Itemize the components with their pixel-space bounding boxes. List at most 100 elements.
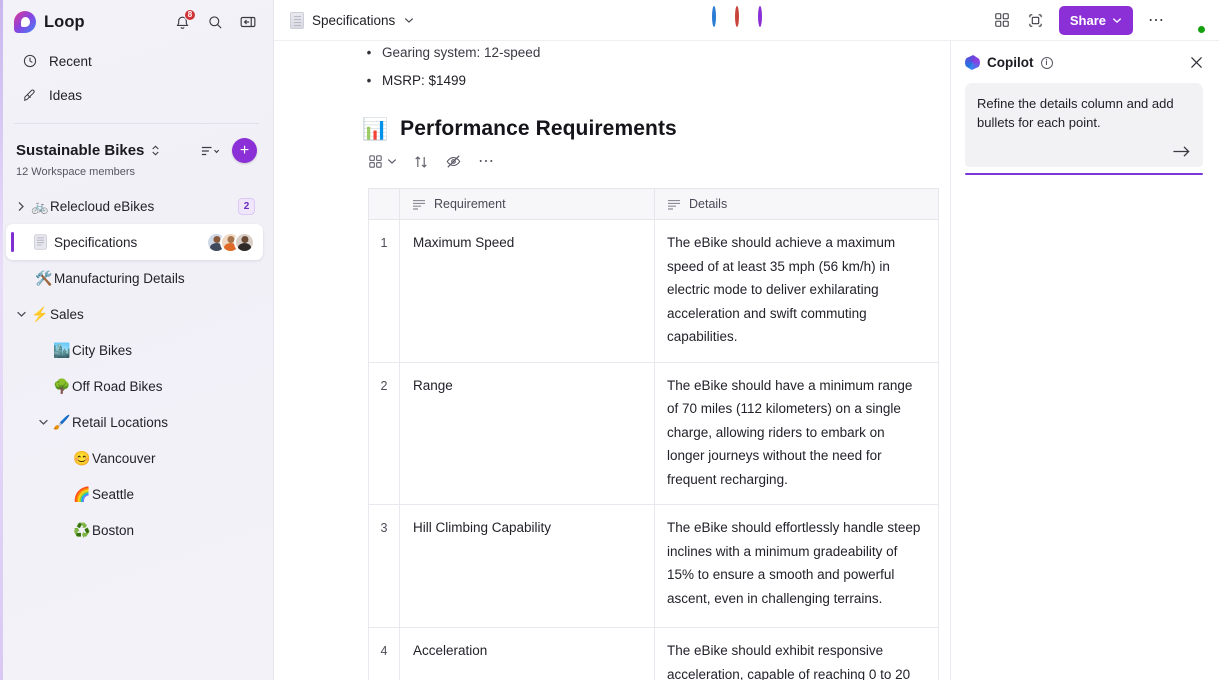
sidebar-item-label: Manufacturing Details bbox=[54, 270, 185, 286]
grid-view-icon[interactable] bbox=[368, 154, 397, 169]
bicycle-icon: 🚲 bbox=[31, 198, 49, 214]
workspace-actions: + bbox=[201, 138, 257, 163]
chevron-down-icon bbox=[1112, 17, 1122, 24]
apps-grid-icon[interactable] bbox=[991, 9, 1013, 31]
sidebar-item-label: Specifications bbox=[54, 234, 138, 250]
list-item-text: MSRP: $1499 bbox=[382, 73, 467, 88]
sidebar-item-seattle[interactable]: 🌈 Seattle bbox=[6, 476, 263, 512]
cell-requirement[interactable]: Acceleration bbox=[399, 627, 655, 680]
sidebar-item-vancouver[interactable]: 😊 Vancouver bbox=[6, 440, 263, 476]
table-header-requirement[interactable]: Requirement bbox=[399, 188, 655, 220]
sidebar-item-label: Vancouver bbox=[92, 450, 156, 466]
sidebar-item-relecloud-ebikes[interactable]: 🚲 Relecloud eBikes 2 bbox=[6, 188, 263, 224]
tools-icon: 🛠️ bbox=[35, 270, 53, 286]
smiley-icon: 😊 bbox=[73, 450, 91, 466]
close-icon[interactable] bbox=[1190, 56, 1203, 69]
add-page-button[interactable]: + bbox=[232, 138, 257, 163]
chevron-down-icon[interactable] bbox=[12, 310, 30, 318]
more-options-icon[interactable]: ⋯ bbox=[478, 153, 494, 170]
eye-off-icon[interactable] bbox=[445, 153, 462, 170]
cell-requirement[interactable]: Maximum Speed bbox=[399, 219, 655, 363]
table-header-details[interactable]: Details bbox=[654, 188, 939, 220]
sidebar-item-manufacturing-details[interactable]: 🛠️ Manufacturing Details bbox=[6, 260, 263, 296]
avatar[interactable] bbox=[1179, 7, 1206, 34]
sidebar-item-ideas[interactable]: Ideas bbox=[14, 78, 259, 112]
notifications-icon[interactable]: 8 bbox=[171, 9, 196, 33]
sidebar-item-label: Off Road Bikes bbox=[72, 378, 163, 394]
copilot-header: Copilot i bbox=[965, 55, 1203, 70]
recycle-icon: ♻️ bbox=[73, 522, 91, 538]
quill-pen-icon bbox=[22, 87, 38, 103]
cell-details[interactable]: The eBike should achieve a maximum speed… bbox=[654, 219, 939, 363]
copilot-send-button[interactable] bbox=[977, 144, 1191, 159]
table-row[interactable]: 3 Hill Climbing Capability The eBike sho… bbox=[368, 504, 939, 628]
sort-lines-icon[interactable] bbox=[201, 144, 222, 158]
collapse-panel-icon[interactable] bbox=[237, 11, 259, 33]
more-options-icon[interactable]: ⋯ bbox=[1145, 9, 1167, 31]
brand-name: Loop bbox=[44, 12, 85, 31]
cell-details[interactable]: The eBike should effortlessly handle ste… bbox=[654, 504, 939, 628]
sidebar-item-recent[interactable]: Recent bbox=[14, 44, 259, 78]
table-row[interactable]: 2 Range The eBike should have a minimum … bbox=[368, 361, 939, 505]
sidebar-item-off-road-bikes[interactable]: 🌳 Off Road Bikes bbox=[6, 368, 263, 404]
sidebar-header: Loop 8 bbox=[0, 0, 273, 40]
cell-details[interactable]: The eBike should have a minimum range of… bbox=[654, 361, 939, 505]
share-label: Share bbox=[1069, 12, 1106, 28]
search-icon[interactable] bbox=[204, 11, 226, 33]
table-row[interactable]: 1 Maximum Speed The eBike should achieve… bbox=[368, 219, 939, 363]
top-bar-actions: Share ⋯ bbox=[991, 5, 1206, 35]
copilot-prompt-input[interactable]: Refine the details column and add bullet… bbox=[977, 94, 1191, 132]
document-icon bbox=[290, 11, 304, 29]
row-number: 1 bbox=[368, 219, 400, 363]
bar-chart-icon: 📊 bbox=[362, 117, 389, 141]
info-icon[interactable]: i bbox=[1040, 56, 1053, 69]
sidebar-item-city-bikes[interactable]: 🏙️ City Bikes bbox=[6, 332, 263, 368]
workspace-title-row: Sustainable Bikes + bbox=[16, 138, 257, 163]
column-label: Requirement bbox=[434, 197, 506, 211]
requirements-table: Requirement Details 1 Maximum Speed The … bbox=[368, 188, 939, 680]
document-title-chip[interactable]: Specifications bbox=[290, 11, 414, 29]
text-lines-icon bbox=[412, 199, 426, 210]
rainbow-icon: 🌈 bbox=[73, 486, 91, 502]
sort-arrows-icon[interactable] bbox=[413, 154, 429, 170]
cell-requirement[interactable]: Hill Climbing Capability bbox=[399, 504, 655, 628]
sidebar-item-boston[interactable]: ♻️ Boston bbox=[6, 512, 263, 548]
copilot-focus-underline bbox=[965, 173, 1203, 175]
loop-logo-icon bbox=[14, 11, 36, 33]
workspace-title[interactable]: Sustainable Bikes bbox=[16, 142, 144, 159]
workspace-switcher-icon[interactable] bbox=[150, 144, 161, 157]
table-header-rownum bbox=[368, 188, 400, 220]
lightning-icon: ⚡ bbox=[31, 306, 49, 322]
unread-badge: 2 bbox=[238, 197, 255, 215]
sidebar-item-sales[interactable]: ⚡ Sales bbox=[6, 296, 263, 332]
sidebar: Loop 8 Recent Ideas Sustainable Bikes + … bbox=[0, 0, 274, 680]
chevron-down-icon[interactable] bbox=[34, 418, 52, 426]
page-tree: 🚲 Relecloud eBikes 2 Specifications 🛠️ M… bbox=[0, 188, 273, 548]
status-badge bbox=[1197, 25, 1206, 34]
sidebar-item-label: Retail Locations bbox=[72, 414, 169, 430]
collaborator-avatars bbox=[709, 6, 784, 34]
share-button[interactable]: Share bbox=[1058, 5, 1133, 35]
duplicate-icon[interactable] bbox=[1025, 9, 1047, 31]
brand-row: Loop 8 bbox=[14, 0, 259, 40]
column-label: Details bbox=[689, 197, 728, 211]
table-row[interactable]: 4 Acceleration The eBike should exhibit … bbox=[368, 627, 939, 680]
row-number: 2 bbox=[368, 361, 400, 505]
sidebar-item-specifications[interactable]: Specifications bbox=[6, 224, 263, 260]
tree-icon: 🌳 bbox=[53, 378, 71, 394]
list-item-text: Gearing system: 12-speed bbox=[382, 45, 541, 60]
chevron-right-icon[interactable] bbox=[12, 201, 30, 212]
avatar[interactable] bbox=[755, 6, 784, 34]
main-area: Specifications Share ⋯ • Gearing system:… bbox=[274, 0, 1219, 680]
avatar bbox=[234, 231, 255, 253]
cell-details[interactable]: The eBike should exhibit responsive acce… bbox=[654, 627, 939, 680]
copilot-prompt-box[interactable]: Refine the details column and add bullet… bbox=[965, 83, 1203, 167]
chevron-down-icon[interactable] bbox=[404, 17, 414, 24]
workspace-header: Sustainable Bikes + 12 Workspace members bbox=[0, 124, 273, 178]
page-collaborators bbox=[206, 231, 255, 253]
section-heading-text: Performance Requirements bbox=[400, 117, 677, 140]
row-number: 3 bbox=[368, 504, 400, 628]
sidebar-item-retail-locations[interactable]: 🖌️ Retail Locations bbox=[6, 404, 263, 440]
sidebar-top-icons: 8 bbox=[171, 9, 259, 33]
cell-requirement[interactable]: Range bbox=[399, 361, 655, 505]
